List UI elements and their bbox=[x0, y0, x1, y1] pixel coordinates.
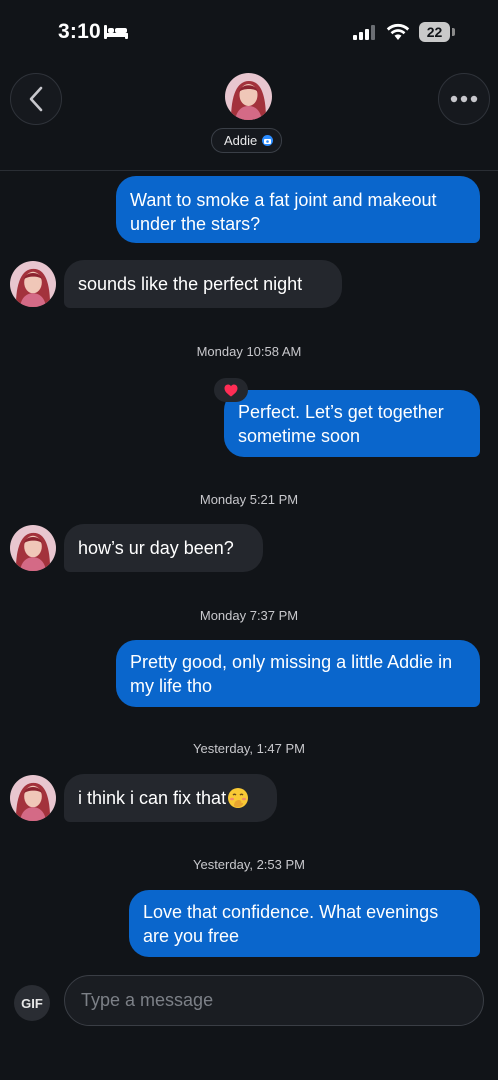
timestamp: Monday 5:21 PM bbox=[199, 492, 299, 507]
chat-header: Addie bbox=[0, 66, 498, 171]
avatar-photo bbox=[10, 261, 56, 307]
message-text: i think i can fix that bbox=[78, 788, 227, 808]
sender-avatar[interactable] bbox=[10, 525, 56, 571]
verified-camera-icon bbox=[262, 135, 274, 146]
battery-icon: 22 bbox=[419, 22, 450, 42]
outgoing-message[interactable]: Perfect. Let’s get together sometime soo… bbox=[224, 390, 480, 457]
message-text: Want to smoke a fat joint and makeout un… bbox=[130, 190, 437, 234]
contact-name-pill[interactable]: Addie bbox=[211, 128, 283, 153]
outgoing-message[interactable]: Pretty good, only missing a little Addie… bbox=[116, 640, 480, 707]
message-list[interactable]: Want to smoke a fat joint and makeout un… bbox=[0, 171, 498, 971]
outgoing-message[interactable]: Love that confidence. What evenings are … bbox=[129, 890, 480, 957]
battery-cap bbox=[452, 28, 455, 36]
message-input[interactable] bbox=[64, 975, 484, 1026]
message-text: sounds like the perfect night bbox=[78, 274, 303, 294]
avatar-photo bbox=[10, 775, 56, 821]
message-text: Love that confidence. What evenings are … bbox=[143, 902, 439, 946]
gif-button[interactable]: GIF bbox=[14, 985, 50, 1021]
incoming-message[interactable]: sounds like the perfect night bbox=[64, 260, 342, 308]
contact-name: Addie bbox=[224, 133, 258, 148]
chevron-left-icon bbox=[29, 86, 43, 112]
wifi-icon bbox=[386, 23, 410, 40]
timestamp: Monday 7:37 PM bbox=[199, 608, 299, 623]
sender-avatar[interactable] bbox=[10, 775, 56, 821]
message-text: Pretty good, only missing a little Addie… bbox=[130, 652, 453, 696]
timestamp: Yesterday, 1:47 PM bbox=[192, 741, 305, 756]
incoming-message[interactable]: i think i can fix that bbox=[64, 774, 277, 822]
signal-icon bbox=[353, 25, 375, 40]
outgoing-message[interactable]: Want to smoke a fat joint and makeout un… bbox=[116, 176, 480, 243]
contact-avatar[interactable] bbox=[225, 73, 272, 120]
more-options-button[interactable] bbox=[438, 73, 490, 125]
timestamp: Monday 10:58 AM bbox=[196, 344, 302, 359]
message-text: Perfect. Let’s get together sometime soo… bbox=[238, 402, 444, 446]
message-reaction[interactable] bbox=[214, 378, 248, 402]
avatar-photo bbox=[225, 73, 272, 120]
message-text: how’s ur day been? bbox=[78, 538, 234, 558]
message-composer: GIF bbox=[0, 975, 498, 1080]
blushing-hand-over-mouth-emoji bbox=[228, 788, 249, 808]
status-bar: 3:10 22 bbox=[0, 0, 498, 66]
more-horizontal-icon bbox=[450, 95, 478, 103]
sender-avatar[interactable] bbox=[10, 261, 56, 307]
heart-icon bbox=[224, 384, 238, 396]
timestamp: Yesterday, 2:53 PM bbox=[192, 857, 305, 872]
back-button[interactable] bbox=[10, 73, 62, 125]
status-time: 3:10 bbox=[58, 20, 101, 43]
bed-icon bbox=[104, 25, 128, 39]
incoming-message[interactable]: how’s ur day been? bbox=[64, 524, 263, 572]
avatar-photo bbox=[10, 525, 56, 571]
